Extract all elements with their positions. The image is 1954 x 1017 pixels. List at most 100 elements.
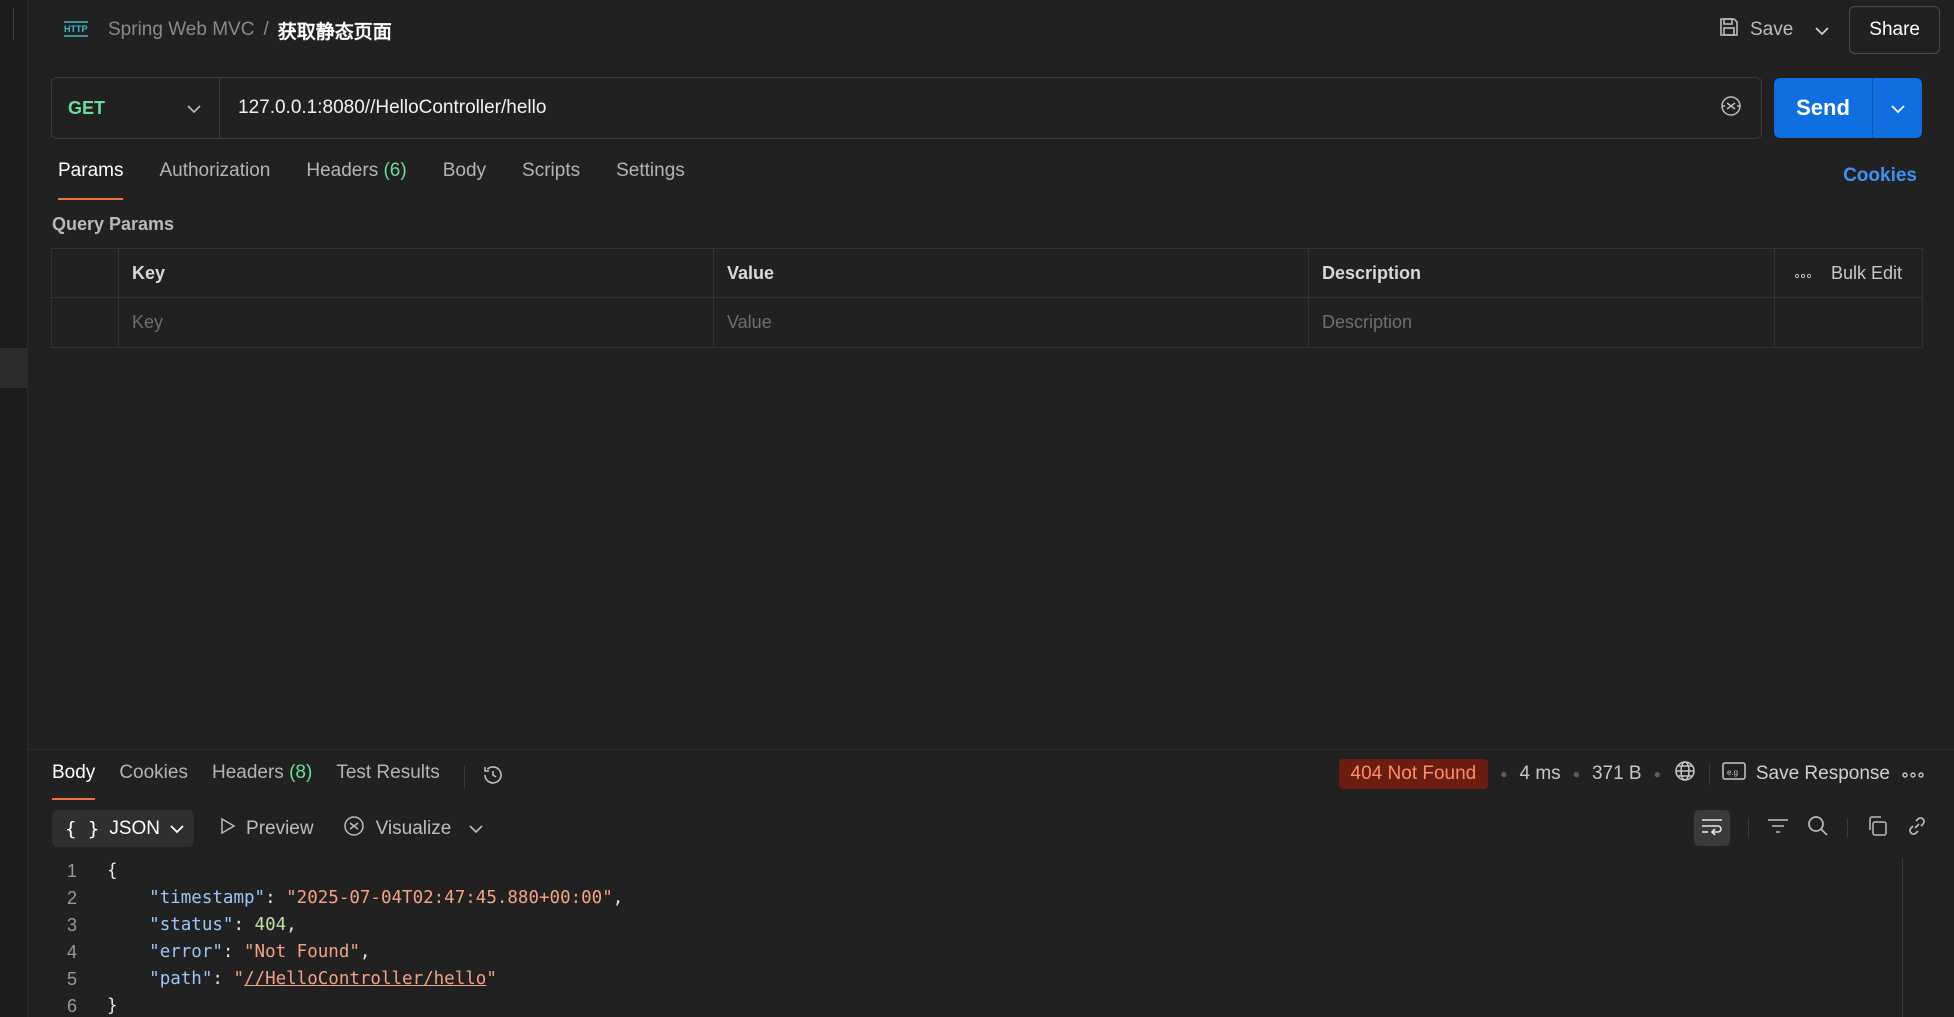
row-checkbox-cell (52, 298, 119, 347)
response-toolbar: { } JSON Preview Visualize (52, 810, 483, 847)
line-number: 5 (66, 969, 77, 989)
visualize-button[interactable]: Visualize (342, 814, 451, 844)
tab-label: Params (58, 160, 124, 181)
json-string-value: "Not Found" (244, 942, 360, 962)
code-line: 4 "error": "Not Found", (52, 939, 623, 966)
preview-button[interactable]: Preview (220, 817, 314, 841)
chevron-down-icon[interactable] (469, 818, 483, 839)
tab-label: Headers (211, 762, 284, 783)
status-badge[interactable]: 404 Not Found (1338, 759, 1489, 789)
tab-test-results[interactable]: Test Results (336, 762, 439, 800)
header-actions: Save Share (1706, 6, 1940, 54)
send-button[interactable]: Send (1774, 78, 1872, 138)
tab-scripts[interactable]: Scripts (522, 160, 580, 200)
copy-icon[interactable] (1866, 815, 1888, 842)
globe-icon[interactable] (1673, 759, 1697, 789)
response-tabs: Body Cookies Headers (8) Test Results (52, 762, 505, 800)
save-response-button[interactable]: e.g Save Response (1722, 761, 1890, 787)
url-input[interactable]: 127.0.0.1:8080//HelloController/hello (220, 97, 1701, 119)
search-icon[interactable] (1807, 815, 1829, 842)
code-line: 2 "timestamp": "2025-07-04T02:47:45.880+… (52, 885, 623, 912)
query-params-title: Query Params (52, 214, 175, 234)
table-header-actions: Bulk Edit (1775, 249, 1922, 297)
code-line: 1 { (52, 858, 623, 885)
divider (1708, 763, 1710, 785)
dot-separator: ● (1500, 767, 1508, 781)
format-select[interactable]: { } JSON (52, 810, 195, 847)
tab-label: Test Results (336, 762, 440, 783)
cookies-link[interactable]: Cookies (1843, 165, 1917, 187)
send-options-button[interactable] (1872, 78, 1922, 138)
key-input[interactable]: Key (119, 298, 714, 347)
chevron-down-icon (1890, 98, 1905, 119)
line-number: 4 (66, 942, 77, 962)
json-comma: , (359, 942, 371, 962)
value-input[interactable]: Value (714, 298, 1309, 347)
column-header-value: Value (714, 249, 1309, 297)
tab-label: Scripts (522, 160, 581, 181)
json-link-value[interactable]: //HelloController/hello (244, 966, 486, 993)
divider (1748, 818, 1749, 838)
response-body-tools (1694, 810, 1928, 846)
bulk-edit-button[interactable]: Bulk Edit (1831, 263, 1902, 284)
response-body-editor[interactable]: 1 { 2 "timestamp": "2025-07-04T02:47:45.… (52, 858, 623, 1017)
line-number: 2 (66, 888, 77, 908)
wrap-lines-button[interactable] (1694, 810, 1730, 846)
tab-settings[interactable]: Settings (616, 160, 685, 200)
json-key: "status" (149, 915, 234, 935)
response-meta: 404 Not Found ● 4 ms ● 371 B ● e.g Save … (1338, 759, 1924, 789)
line-number: 1 (66, 861, 77, 881)
send-group: Send (1774, 78, 1922, 138)
response-size[interactable]: 371 B (1592, 763, 1642, 785)
tab-label: Authorization (159, 160, 271, 181)
tab-headers[interactable]: Headers (6) (306, 160, 406, 200)
tab-body[interactable]: Body (443, 160, 486, 200)
code-line: 5 "path": "//HelloController/hello " (52, 966, 623, 993)
more-options-icon[interactable] (1794, 263, 1812, 284)
tab-response-body[interactable]: Body (52, 762, 96, 800)
tab-params[interactable]: Params (58, 160, 124, 200)
code-line: 3 "status": 404, (52, 912, 623, 939)
request-title[interactable]: 获取静态页面 (278, 17, 392, 44)
save-button[interactable]: Save (1706, 8, 1805, 52)
method-select[interactable]: GET (52, 78, 220, 138)
no-network-icon (1719, 94, 1743, 123)
json-key: "path" (149, 969, 213, 989)
line-number: 6 (66, 996, 77, 1016)
response-time[interactable]: 4 ms (1520, 763, 1561, 785)
share-button[interactable]: Share (1849, 6, 1940, 54)
close-brace: } (107, 996, 118, 1016)
breadcrumb-collection[interactable]: Spring Web MVC (108, 19, 254, 41)
tab-authorization[interactable]: Authorization (159, 160, 270, 200)
tab-label: Body (442, 160, 487, 181)
more-options-icon[interactable] (1902, 763, 1924, 785)
tab-response-headers[interactable]: Headers (8) (212, 762, 312, 800)
visualize-icon (342, 814, 366, 844)
tab-response-cookies[interactable]: Cookies (119, 762, 188, 800)
json-comma: , (612, 888, 624, 908)
query-params-table: Key Value Description Bulk Edit Key Valu… (51, 248, 1923, 348)
sidebar-selected-marker (0, 348, 27, 388)
save-options-button[interactable] (1805, 8, 1839, 52)
dot-separator: ● (1572, 767, 1580, 781)
tab-label: Settings (616, 160, 685, 181)
filter-icon[interactable] (1767, 817, 1789, 840)
history-icon[interactable] (481, 763, 505, 792)
editor-scrollbar[interactable] (1902, 858, 1903, 1017)
code-line: 6 } (52, 993, 623, 1017)
chevron-down-icon (170, 818, 184, 840)
column-header-key: Key (119, 249, 714, 297)
wrap-lines-icon (1700, 816, 1724, 841)
description-input[interactable]: Description (1309, 298, 1775, 347)
column-header-description: Description (1309, 249, 1775, 297)
save-icon (1718, 16, 1740, 44)
tab-label: Cookies (119, 762, 188, 783)
link-icon[interactable] (1906, 815, 1928, 842)
dot-separator: ● (1653, 767, 1661, 781)
pane-resize-divider[interactable] (28, 749, 1954, 750)
svg-text:e.g: e.g (1727, 768, 1738, 777)
json-number-value: 404 (254, 915, 287, 935)
preview-label: Preview (246, 817, 314, 839)
url-variables-button[interactable] (1701, 94, 1761, 123)
divider (463, 766, 465, 788)
